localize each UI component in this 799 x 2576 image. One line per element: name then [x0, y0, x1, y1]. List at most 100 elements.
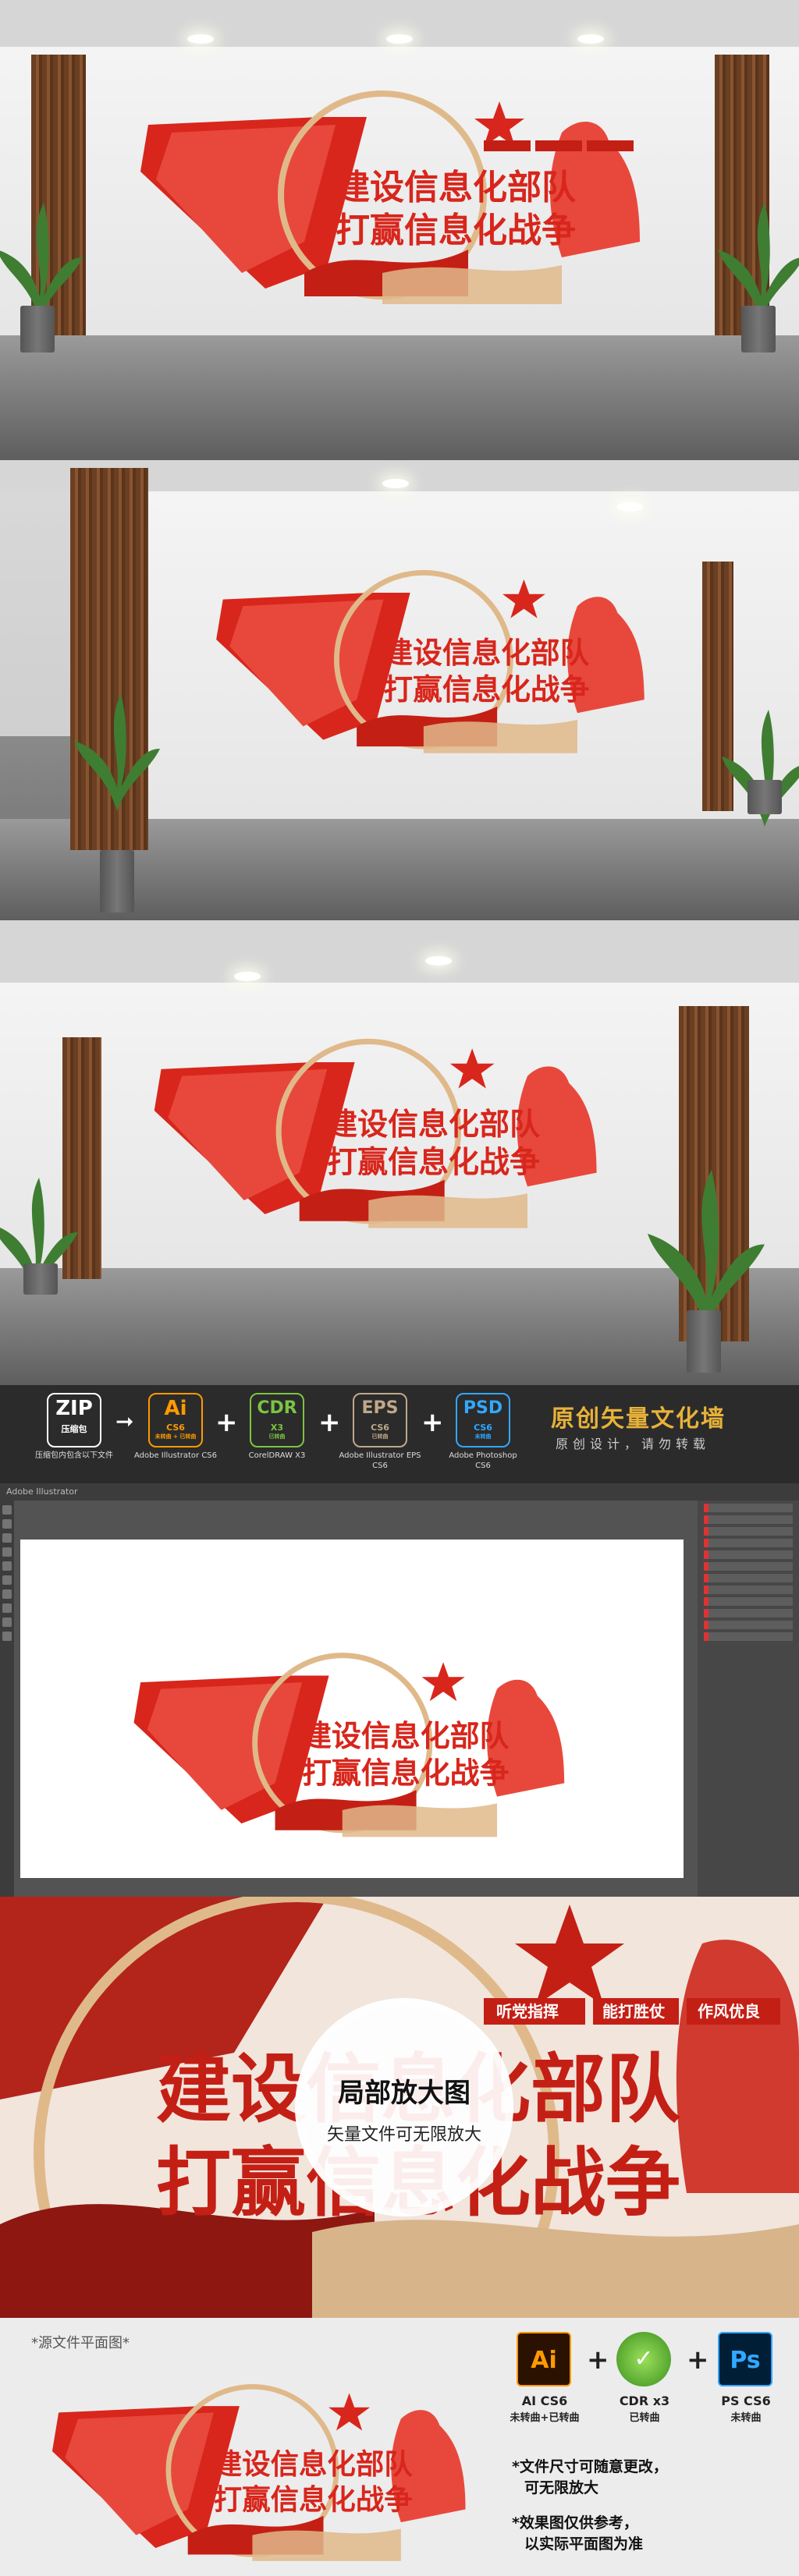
cdr-sub: X3	[270, 1423, 284, 1433]
rotate-tool-icon[interactable]	[2, 1589, 12, 1599]
direct-select-tool-icon[interactable]	[2, 1519, 12, 1529]
scale-tool-icon[interactable]	[2, 1603, 12, 1613]
pot-right	[748, 780, 782, 814]
ps-icon: Ps	[718, 2332, 772, 2386]
ceiling-light	[382, 479, 409, 488]
zoom-callout-title: 局部放大图	[338, 2078, 471, 2109]
plant-right	[718, 203, 799, 320]
illustrator-window: Adobe Illustrator 建设信息化部队 打赢信息化战争	[0, 1483, 799, 1897]
plus-icon: +	[421, 1407, 444, 1438]
sign-title-line1: 建设信息化部队	[383, 636, 589, 670]
zoom-tool-icon[interactable]	[2, 1632, 12, 1641]
select-tool-icon[interactable]	[2, 1505, 12, 1515]
tag-2: 能打胜仗	[602, 2002, 666, 2021]
arrow-icon: ➞	[115, 1408, 134, 1434]
cdr-badge: CDR X3 已转曲	[250, 1393, 304, 1447]
ceiling-light	[577, 34, 604, 44]
scene-1: 建设信息化部队 打赢信息化战争	[0, 0, 799, 460]
zoom-callout-subtitle: 矢量文件可无限放大	[326, 2125, 481, 2145]
hand-tool-icon[interactable]	[2, 1618, 12, 1627]
zip-label: ZIP	[55, 1397, 93, 1420]
ceiling-light	[425, 956, 452, 966]
star-icon	[449, 1048, 495, 1089]
tool-panel[interactable]	[0, 1501, 14, 1897]
artboard-sign: 建设信息化部队 打赢信息化战争	[114, 1649, 598, 1844]
plus-icon: +	[318, 1407, 341, 1438]
cdr-caption-1: CDR x3	[619, 2394, 670, 2408]
plus-icon: +	[587, 2344, 609, 2376]
plant-left	[0, 203, 83, 320]
pot-right	[741, 306, 776, 353]
layer-row[interactable]	[704, 1632, 793, 1641]
app-titlebar: Adobe Illustrator	[0, 1483, 799, 1501]
layer-row[interactable]	[704, 1562, 793, 1571]
eps-label: EPS	[361, 1398, 399, 1418]
ground-wave	[382, 265, 562, 304]
layer-row[interactable]	[704, 1609, 793, 1618]
shape-tool-icon[interactable]	[2, 1561, 12, 1571]
pot-left	[100, 850, 134, 912]
ps-caption-1: PS CS6	[721, 2394, 771, 2408]
ai-badge: Ai CS6 未转曲 + 已转曲	[148, 1393, 203, 1447]
ps-caption: PS CS6 未转曲	[699, 2393, 793, 2427]
zip-caption: 压缩包内包含以下文件	[35, 1451, 113, 1460]
cdr-sub2: 已转曲	[268, 1433, 286, 1440]
layer-row[interactable]	[704, 1586, 793, 1594]
plus-icon: +	[687, 2344, 709, 2376]
ai-icon: Ai	[517, 2332, 571, 2386]
zoom-callout: 局部放大图 矢量文件可无限放大	[295, 1998, 513, 2216]
brush-tool-icon[interactable]	[2, 1575, 12, 1585]
footnote-reference: *效果图仅供参考， 以实际平面图为准	[512, 2513, 643, 2555]
layer-row[interactable]	[704, 1504, 793, 1512]
cdr-caption-2: 已转曲	[629, 2412, 660, 2424]
cdr-caption: CDR x3 已转曲	[598, 2393, 691, 2427]
sign-title-line2: 打赢信息化战争	[214, 2483, 413, 2517]
source-label: *源文件平面图*	[31, 2335, 130, 2351]
sign-title-line1: 建设信息化部队	[336, 168, 577, 207]
zoom-detail: 听党指挥 能打胜仗 作风优良 建设信息化部队 打赢信息化战争 局部放大图 矢量文…	[0, 1897, 799, 2318]
ceiling-light	[234, 972, 261, 981]
layer-row[interactable]	[704, 1539, 793, 1547]
ai-caption-2: 未转曲+已转曲	[510, 2412, 580, 2424]
sign-title-line2: 打赢信息化战争	[302, 1756, 510, 1790]
ceiling	[0, 920, 799, 983]
ai-icon-label: Ai	[531, 2347, 557, 2374]
layer-row[interactable]	[704, 1621, 793, 1629]
layer-row[interactable]	[704, 1515, 793, 1524]
cdr-icon: ✓	[616, 2332, 671, 2386]
ai-label: Ai	[164, 1397, 187, 1420]
flat-sign: 建设信息化部队 打赢信息化战争	[31, 2380, 499, 2567]
ai-sub: CS6	[166, 1423, 185, 1433]
tag	[587, 140, 634, 151]
layer-row[interactable]	[704, 1574, 793, 1582]
sign-title-line2: 打赢信息化战争	[336, 211, 576, 250]
eps-sub: CS6	[371, 1423, 389, 1433]
window-title: Adobe Illustrator	[6, 1486, 78, 1497]
pen-tool-icon[interactable]	[2, 1533, 12, 1543]
floor	[0, 335, 799, 460]
footnote-size-line1: *文件尺寸可随意更改，	[512, 2458, 668, 2475]
brand-subtitle: 原创设计，请勿转载	[556, 1437, 711, 1451]
cdr-icon-glyph: ✓	[634, 2345, 654, 2372]
tag	[484, 140, 531, 151]
ai-caption: Adobe Illustrator CS6	[133, 1451, 218, 1460]
cdr-caption: CorelDRAW X3	[248, 1451, 306, 1460]
ai-sub2: 未转曲 + 已转曲	[154, 1433, 197, 1440]
star-icon	[421, 1662, 465, 1702]
artboard[interactable]: 建设信息化部队 打赢信息化战争	[20, 1540, 684, 1878]
tag-3: 作风优良	[698, 2002, 760, 2021]
type-tool-icon[interactable]	[2, 1547, 12, 1557]
footnote-reference-line2: 以实际平面图为准	[524, 2535, 644, 2553]
layer-row[interactable]	[704, 1597, 793, 1606]
ps-icon-label: Ps	[730, 2347, 761, 2374]
star-icon	[502, 579, 545, 618]
layer-row[interactable]	[704, 1550, 793, 1559]
plus-icon: +	[215, 1407, 238, 1438]
layer-row[interactable]	[704, 1527, 793, 1536]
eps-caption: Adobe Illustrator EPS CS6	[339, 1451, 421, 1470]
ceiling-light	[616, 502, 643, 512]
footnote-size: *文件尺寸可随意更改， 可无限放大	[512, 2457, 668, 2499]
tag	[535, 140, 582, 151]
layers-panel[interactable]	[698, 1501, 799, 1897]
psd-badge: PSD CS6 未转曲	[456, 1393, 510, 1447]
